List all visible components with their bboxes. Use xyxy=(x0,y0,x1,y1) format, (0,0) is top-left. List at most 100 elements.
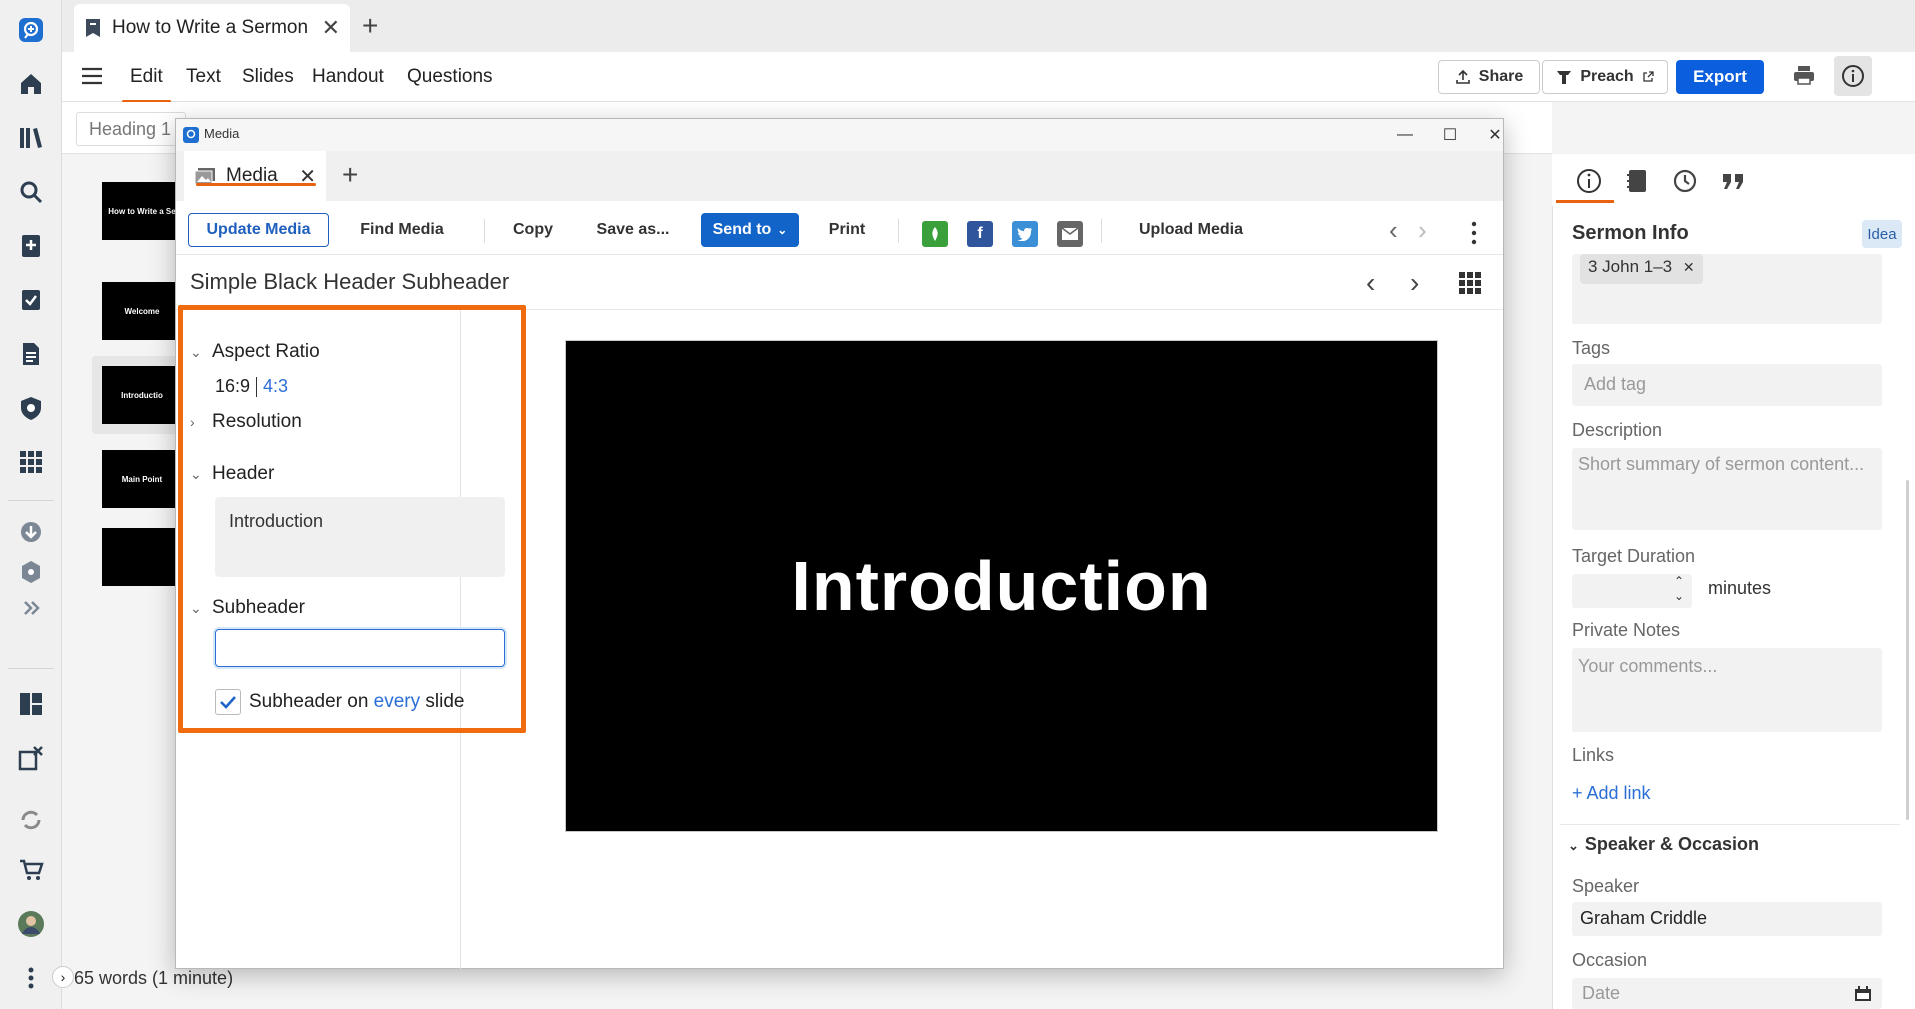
heading-style-select[interactable]: Heading 1 xyxy=(76,112,186,146)
back-arrow-icon[interactable]: ‹ xyxy=(1389,215,1398,246)
slide-thumbnail[interactable]: Main Point xyxy=(102,450,182,508)
sync-icon[interactable] xyxy=(13,802,49,838)
pulpit-icon xyxy=(1557,71,1572,84)
send-to-label: Send to xyxy=(712,221,772,238)
search-icon[interactable] xyxy=(13,174,49,210)
menu-questions[interactable]: Questions xyxy=(407,66,493,88)
links-label: Links xyxy=(1572,745,1615,765)
upload-media-button[interactable]: Upload Media xyxy=(1116,213,1266,247)
close-tab-icon[interactable]: ✕ xyxy=(322,15,340,41)
next-template-icon[interactable]: › xyxy=(1410,267,1419,299)
target-duration-label: Target Duration xyxy=(1572,546,1696,566)
slide-preview: Introduction xyxy=(565,340,1438,832)
toolbar-separator xyxy=(1101,219,1102,243)
find-media-button[interactable]: Find Media xyxy=(342,213,462,247)
logos-app-icon[interactable] xyxy=(13,12,49,48)
user-avatar[interactable] xyxy=(13,906,49,942)
print-button[interactable] xyxy=(1792,58,1816,92)
quote-tab-icon[interactable] xyxy=(1718,166,1748,196)
notebook-tab-icon[interactable] xyxy=(1622,166,1652,196)
settings-highlight-box xyxy=(178,305,526,733)
share-button[interactable]: Share xyxy=(1438,60,1540,94)
library-icon[interactable] xyxy=(13,120,49,156)
print-button[interactable]: Print xyxy=(812,213,882,247)
info-panel-toggle[interactable] xyxy=(1834,56,1872,96)
copy-button[interactable]: Copy xyxy=(498,213,568,247)
previous-template-icon[interactable]: ‹ xyxy=(1366,267,1375,299)
document-icon[interactable] xyxy=(13,336,49,372)
calendar-icon[interactable] xyxy=(1854,986,1872,1002)
close-window-button[interactable]: ✕ xyxy=(1480,123,1510,147)
occasion-date-input[interactable]: Date xyxy=(1572,978,1882,1009)
editor-menu-bar: Edit Text Slides Handout Questions Share… xyxy=(62,52,1915,103)
layout-icon[interactable] xyxy=(13,686,49,722)
speaker-section-toggle[interactable]: ⌄ Speaker & Occasion xyxy=(1568,834,1759,855)
speaker-input[interactable]: Graham Criddle xyxy=(1572,902,1882,936)
grid-view-icon[interactable] xyxy=(1458,271,1482,295)
save-as-button[interactable]: Save as... xyxy=(588,213,678,247)
toolbar-separator xyxy=(898,219,899,243)
checklist-icon[interactable] xyxy=(13,282,49,318)
faithlife-icon[interactable] xyxy=(922,221,948,247)
active-tab-underline xyxy=(196,183,316,186)
menu-slides[interactable]: Slides xyxy=(242,66,294,88)
facebook-icon[interactable]: f xyxy=(967,221,993,247)
duration-stepper[interactable]: ⌃ ⌄ xyxy=(1674,574,1684,604)
minimize-button[interactable]: — xyxy=(1390,123,1420,147)
preach-button[interactable]: Preach xyxy=(1542,60,1668,94)
sermon-builder-icon[interactable] xyxy=(13,228,49,264)
description-input[interactable]: Short summary of sermon content... xyxy=(1572,448,1882,530)
plugin-icon[interactable] xyxy=(13,554,49,590)
slide-thumbnail[interactable]: Introductio xyxy=(102,366,182,424)
add-link[interactable]: + Add link xyxy=(1572,783,1651,804)
info-tab-icon[interactable] xyxy=(1574,166,1604,196)
external-link-icon xyxy=(1643,71,1654,82)
tags-label: Tags xyxy=(1572,338,1611,358)
slide-thumbnail[interactable]: How to Write a Se xyxy=(102,182,182,240)
tags-input[interactable]: Add tag xyxy=(1572,364,1882,406)
shield-icon[interactable] xyxy=(13,390,49,426)
expand-sidebar-icon[interactable]: › xyxy=(52,966,74,988)
thumbnail-label: Main Point xyxy=(121,474,163,484)
info-icon xyxy=(1842,65,1864,87)
remove-chip-icon[interactable]: ✕ xyxy=(1683,259,1695,275)
cart-icon[interactable] xyxy=(13,852,49,888)
update-media-button[interactable]: Update Media xyxy=(188,213,329,247)
speaker-section-title: Speaker & Occasion xyxy=(1584,834,1759,854)
send-to-button[interactable]: Send to ⌄ xyxy=(701,213,799,247)
more-options-icon[interactable] xyxy=(1470,221,1478,245)
printer-icon xyxy=(1794,66,1814,85)
new-tab-button[interactable]: + xyxy=(362,10,378,42)
menu-text[interactable]: Text xyxy=(186,66,221,88)
window-title: Media xyxy=(204,126,240,141)
hamburger-menu-icon[interactable] xyxy=(80,66,104,86)
email-icon[interactable] xyxy=(1057,221,1083,247)
toolbar-separator xyxy=(484,219,485,243)
menu-edit[interactable]: Edit xyxy=(122,66,171,103)
document-tab[interactable]: How to Write a Sermon ✕ xyxy=(74,4,350,52)
history-tab-icon[interactable] xyxy=(1670,166,1700,196)
expand-rail-icon[interactable] xyxy=(13,590,49,626)
apps-grid-icon[interactable] xyxy=(13,444,49,480)
status-badge[interactable]: Idea xyxy=(1862,220,1902,248)
panel-scrollbar[interactable] xyxy=(1906,480,1909,820)
document-tab-strip: How to Write a Sermon ✕ + xyxy=(62,0,1915,52)
new-tab-button[interactable]: + xyxy=(342,159,358,191)
document-tab-title: How to Write a Sermon xyxy=(112,17,309,38)
right-panel-tabs xyxy=(1552,154,1915,206)
media-tab[interactable]: Media ✕ xyxy=(184,151,326,201)
more-vertical-icon[interactable] xyxy=(13,960,49,996)
passage-chip[interactable]: 3 John 1–3 ✕ xyxy=(1580,254,1703,284)
slide-thumbnail[interactable] xyxy=(102,528,182,586)
export-button[interactable]: Export xyxy=(1676,60,1764,94)
twitter-icon[interactable] xyxy=(1012,221,1038,247)
forward-arrow-icon[interactable]: › xyxy=(1418,215,1427,246)
download-icon[interactable] xyxy=(13,514,49,550)
media-window: Media — ☐ ✕ Media ✕ + Update Media Find … xyxy=(175,118,1504,969)
maximize-button[interactable]: ☐ xyxy=(1435,123,1465,147)
private-notes-input[interactable]: Your comments... xyxy=(1572,648,1882,732)
home-icon[interactable] xyxy=(13,66,49,102)
slide-thumbnail[interactable]: Welcome xyxy=(102,282,182,340)
menu-handout[interactable]: Handout xyxy=(312,66,384,88)
close-panels-icon[interactable] xyxy=(13,740,49,776)
